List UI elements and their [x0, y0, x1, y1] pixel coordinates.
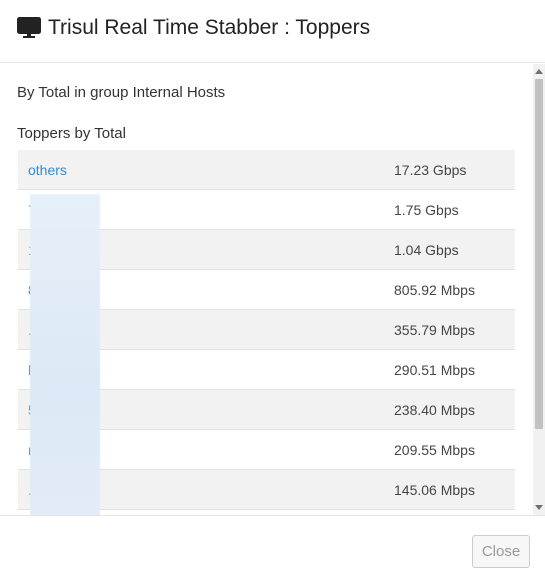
row-value-cell: 805.92 Mbps [394, 269, 515, 310]
scroll-up-arrow-icon[interactable] [535, 69, 543, 74]
redaction-overlay [30, 194, 100, 515]
row-key-cell: others [18, 150, 394, 190]
scroll-thumb[interactable] [535, 79, 543, 429]
vertical-scrollbar[interactable] [533, 64, 545, 515]
row-value-cell: 1.04 Gbps [394, 229, 515, 270]
row-value-cell: 209.55 Mbps [394, 429, 515, 470]
group-subtitle: By Total in group Internal Hosts [17, 84, 226, 101]
scroll-down-arrow-icon[interactable] [535, 505, 543, 510]
row-value-cell: 355.79 Mbps [394, 309, 515, 350]
modal-header: Trisul Real Time Stabber : Toppers [0, 0, 545, 63]
row-value-cell: 17.23 Gbps [394, 150, 515, 190]
modal-footer: Close [0, 515, 545, 570]
row-value-cell: 290.51 Mbps [394, 349, 515, 390]
modal-title: Trisul Real Time Stabber : Toppers [48, 16, 371, 39]
host-link[interactable]: others [28, 162, 67, 178]
row-value-cell: 145.06 Mbps [394, 469, 515, 510]
section-title: Toppers by Total [17, 125, 126, 142]
modal-body[interactable]: By Total in group Internal Hosts Toppers… [0, 64, 533, 515]
modal-title-wrap: Trisul Real Time Stabber : Toppers [17, 14, 370, 42]
toppers-modal: Trisul Real Time Stabber : Toppers By To… [0, 0, 545, 570]
close-button[interactable]: Close [472, 535, 530, 568]
row-value-cell: 1.75 Gbps [394, 189, 515, 230]
row-value-cell: 238.40 Mbps [394, 389, 515, 430]
table-row: others 17.23 Gbps [18, 150, 515, 190]
monitor-icon [17, 17, 41, 39]
